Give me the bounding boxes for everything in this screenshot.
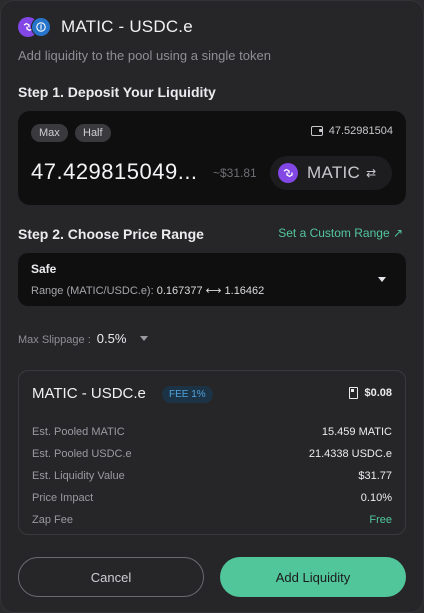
deposit-amount-input[interactable]: 47.429815049... bbox=[31, 159, 198, 185]
summary-row-value: $31.77 bbox=[358, 470, 392, 482]
summary-pool-title: MATIC - USDC.e bbox=[32, 385, 146, 402]
wallet-icon bbox=[310, 126, 323, 136]
cancel-button[interactable]: Cancel bbox=[18, 557, 204, 597]
modal-header: MATIC - USDC.e bbox=[18, 16, 193, 38]
summary-row: Price Impact 0.10% bbox=[32, 487, 392, 509]
summary-row: Est. Liquidity Value $31.77 bbox=[32, 465, 392, 487]
chevron-down-icon bbox=[378, 277, 386, 282]
pool-title: MATIC - USDC.e bbox=[61, 17, 193, 36]
summary-row-key: Price Impact bbox=[32, 492, 94, 504]
summary-row-value: 21.4338 USDC.e bbox=[308, 448, 392, 460]
pair-icons bbox=[18, 16, 54, 38]
range-label: Range (MATIC/USDC.e): bbox=[31, 285, 154, 297]
summary-row-key: Zap Fee bbox=[32, 514, 73, 526]
max-slippage[interactable]: Max Slippage : 0.5% bbox=[18, 331, 149, 346]
summary-row-value: 15.459 MATIC bbox=[321, 426, 392, 438]
usdc-token-icon bbox=[31, 17, 51, 37]
range-high: 1.16462 bbox=[224, 285, 265, 297]
range-arrow-icon: ⟷ bbox=[205, 285, 222, 297]
wallet-balance: 47.52981504 bbox=[310, 125, 393, 137]
add-liquidity-button[interactable]: Add Liquidity bbox=[220, 557, 406, 597]
summary-row-value: 0.10% bbox=[360, 492, 392, 504]
set-custom-range-link[interactable]: Set a Custom Range ↗ bbox=[278, 226, 403, 240]
range-low: 0.167377 bbox=[156, 285, 203, 297]
step1-title: Step 1. Deposit Your Liquidity bbox=[18, 84, 216, 100]
liquidity-summary-card: MATIC - USDC.e FEE 1% $0.08 Est. Pooled … bbox=[18, 370, 406, 535]
summary-row-value: Free bbox=[369, 514, 392, 526]
chevron-down-icon bbox=[140, 336, 149, 341]
swap-arrows-icon: ⇄ bbox=[366, 166, 377, 180]
slippage-value: 0.5% bbox=[96, 331, 127, 346]
deposit-input-box: Max Half 47.52981504 47.429815049... ~$3… bbox=[18, 111, 406, 205]
summary-rows: Est. Pooled MATIC 15.459 MATIC Est. Pool… bbox=[32, 421, 392, 531]
add-liquidity-modal: MATIC - USDC.e Add liquidity to the pool… bbox=[0, 0, 424, 613]
range-preset-name: Safe bbox=[31, 262, 57, 276]
summary-row-key: Est. Liquidity Value bbox=[32, 470, 125, 482]
slippage-label: Max Slippage : bbox=[18, 334, 91, 346]
summary-row: Est. Pooled USDC.e 21.4338 USDC.e bbox=[32, 443, 392, 465]
token-selector[interactable]: MATIC ⇄ bbox=[270, 156, 392, 190]
selected-token-name: MATIC bbox=[307, 163, 361, 182]
max-button[interactable]: Max bbox=[31, 124, 68, 142]
wallet-balance-value: 47.52981504 bbox=[328, 125, 393, 137]
gas-pump-icon bbox=[349, 387, 359, 399]
summary-row: Zap Fee Free bbox=[32, 509, 392, 531]
fee-badge: FEE 1% bbox=[162, 386, 213, 403]
range-values: Range (MATIC/USDC.e): 0.167377 ⟷ 1.16462 bbox=[31, 284, 264, 297]
deposit-usd-value: ~$31.81 bbox=[213, 166, 257, 180]
summary-row: Est. Pooled MATIC 15.459 MATIC bbox=[32, 421, 392, 443]
modal-subtitle: Add liquidity to the pool using a single… bbox=[18, 48, 271, 63]
gas-cost-value: $0.08 bbox=[364, 387, 392, 399]
summary-row-key: Est. Pooled USDC.e bbox=[32, 448, 132, 460]
gas-cost: $0.08 bbox=[349, 387, 392, 399]
summary-row-key: Est. Pooled MATIC bbox=[32, 426, 125, 438]
matic-token-icon bbox=[278, 163, 298, 183]
price-range-dropdown[interactable]: Safe Range (MATIC/USDC.e): 0.167377 ⟷ 1.… bbox=[18, 253, 406, 306]
half-button[interactable]: Half bbox=[75, 124, 111, 142]
step2-title: Step 2. Choose Price Range bbox=[18, 226, 204, 242]
